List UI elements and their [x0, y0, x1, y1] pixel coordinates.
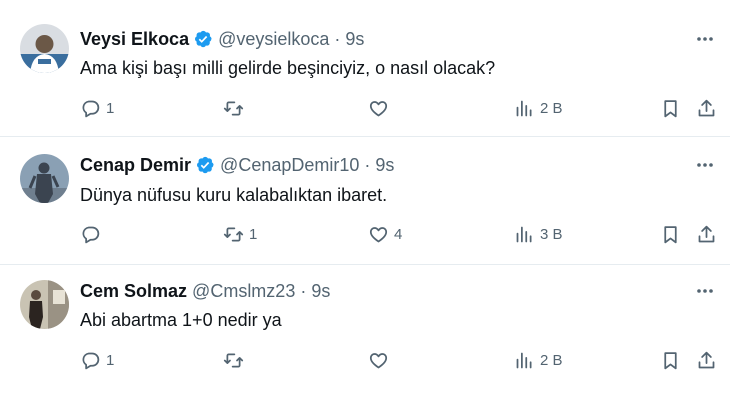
bookmark-icon	[664, 225, 677, 243]
tweet-text: Ama kişi başı milli gelirde beşinciyiz, …	[80, 58, 496, 78]
separator-dot: ·	[334, 29, 341, 49]
share-button[interactable]	[696, 221, 717, 247]
like-button[interactable]	[368, 347, 394, 373]
share-icon	[698, 99, 715, 116]
bookmark-button[interactable]	[660, 95, 681, 121]
like-button[interactable]	[368, 95, 394, 121]
verified-badge-icon	[195, 155, 215, 175]
retweet-button[interactable]	[223, 95, 249, 121]
share-icon	[698, 351, 715, 368]
like-count: 4	[394, 225, 403, 243]
share-button[interactable]	[696, 95, 717, 121]
tweet-text: Abi abartma 1+0 nedir ya	[80, 310, 282, 330]
more-icon[interactable]	[694, 28, 716, 50]
bookmark-icon	[664, 351, 677, 369]
reply-icon	[82, 226, 100, 243]
like-icon	[369, 352, 388, 368]
tweet-header: Veysi Elkoca @veysielkoca · 9s	[80, 28, 364, 50]
author-name[interactable]: Cenap Demir	[80, 154, 191, 176]
share-button[interactable]	[696, 347, 717, 373]
separator-dot: ·	[300, 281, 307, 301]
retweet-icon	[223, 353, 244, 367]
reply-count: 1	[106, 351, 115, 369]
bookmark-icon	[664, 99, 677, 117]
like-button[interactable]: 4	[368, 221, 402, 247]
tweet[interactable]: Cem Solmaz @Cmslmz23 · 9s Abi abartma 1+…	[0, 265, 730, 420]
verified-badge-icon	[193, 29, 213, 49]
timestamp[interactable]: 9s	[375, 154, 394, 176]
views-button[interactable]: 2 B	[514, 95, 563, 121]
views-count: 2 B	[540, 351, 563, 369]
views-icon	[516, 226, 532, 242]
reply-count: 1	[106, 99, 115, 117]
author-handle[interactable]: @Cmslmz23	[192, 280, 295, 302]
retweet-button[interactable]: 1	[223, 221, 257, 247]
author-handle[interactable]: @veysielkoca	[218, 28, 329, 50]
action-bar: 1 2 B	[0, 95, 730, 121]
views-button[interactable]: 3 B	[514, 221, 563, 247]
tweet-header: Cenap Demir @CenapDemir10 · 9s	[80, 154, 394, 176]
separator-dot: ·	[364, 155, 371, 175]
more-icon[interactable]	[694, 154, 716, 176]
tweet-header: Cem Solmaz @Cmslmz23 · 9s	[80, 280, 330, 302]
retweet-button[interactable]	[223, 347, 249, 373]
retweet-icon	[223, 101, 244, 115]
tweet-text: Dünya nüfusu kuru kalabalıktan ibaret.	[80, 185, 388, 205]
avatar[interactable]	[20, 154, 69, 203]
reply-icon	[82, 100, 100, 117]
avatar[interactable]	[20, 24, 69, 73]
reply-button[interactable]: 1	[80, 347, 114, 373]
reply-button[interactable]: 1	[80, 95, 114, 121]
author-handle[interactable]: @CenapDemir10	[220, 154, 359, 176]
views-count: 2 B	[540, 99, 563, 117]
action-bar: 1 4 3 B	[0, 221, 730, 247]
views-icon	[516, 352, 532, 368]
views-count: 3 B	[540, 225, 563, 243]
share-icon	[698, 225, 715, 242]
views-icon	[516, 100, 532, 116]
action-bar: 1 2 B	[0, 347, 730, 373]
tweet[interactable]: Veysi Elkoca @veysielkoca · 9s Ama kişi …	[0, 0, 730, 137]
tweet[interactable]: Cenap Demir @CenapDemir10 · 9s Dünya nüf…	[0, 137, 730, 265]
author-name[interactable]: Veysi Elkoca	[80, 28, 189, 50]
more-icon[interactable]	[694, 280, 716, 302]
timestamp[interactable]: 9s	[345, 28, 364, 50]
like-icon	[369, 226, 388, 242]
reply-button[interactable]	[80, 221, 106, 247]
timestamp[interactable]: 9s	[311, 280, 330, 302]
author-name[interactable]: Cem Solmaz	[80, 280, 187, 302]
avatar[interactable]	[20, 280, 69, 329]
views-button[interactable]: 2 B	[514, 347, 563, 373]
bookmark-button[interactable]	[660, 221, 681, 247]
retweet-icon	[223, 227, 244, 241]
like-icon	[369, 100, 388, 116]
reply-icon	[82, 352, 100, 369]
retweet-count: 1	[249, 225, 258, 243]
bookmark-button[interactable]	[660, 347, 681, 373]
